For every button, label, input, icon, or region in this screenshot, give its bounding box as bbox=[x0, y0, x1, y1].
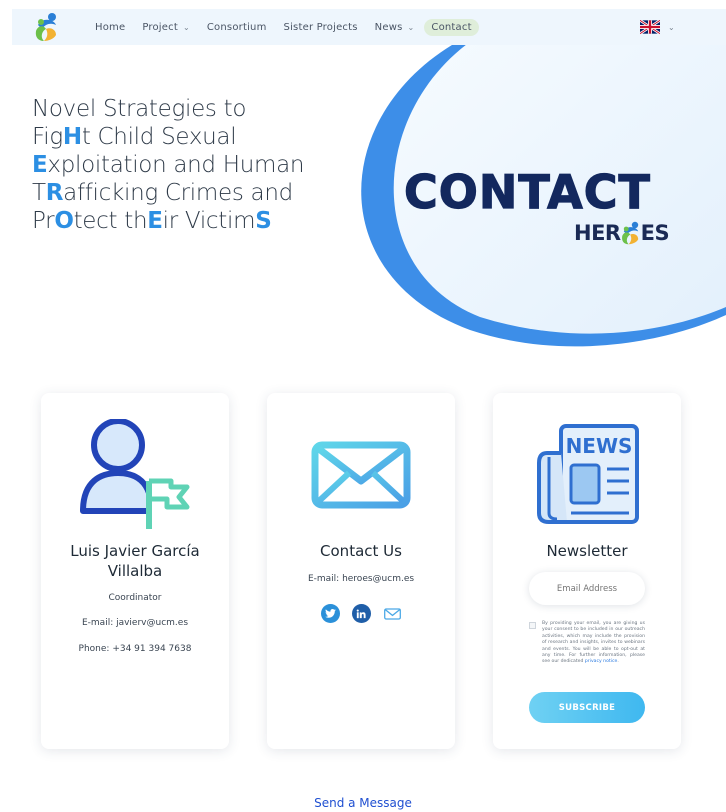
tagline-text: Novel Strategies to bbox=[32, 96, 247, 122]
newsletter-email-input[interactable] bbox=[529, 572, 645, 605]
nav-project[interactable]: Project ⌄ bbox=[135, 19, 197, 36]
nav-news-label: News bbox=[374, 21, 403, 33]
nav-news[interactable]: News ⌄ bbox=[368, 19, 422, 36]
consent-checkbox[interactable] bbox=[529, 622, 536, 629]
tagline-text: tect th bbox=[73, 208, 148, 234]
tagline-line: TRafficking Crimes and bbox=[32, 179, 304, 207]
main-menu: Home Project ⌄ Consortium Sister Projects… bbox=[88, 9, 482, 45]
tagline-line: PrOtect thEir VictimS bbox=[32, 207, 304, 235]
language-selector[interactable]: ⌄ bbox=[640, 20, 675, 34]
send-message-link[interactable]: Send a Message bbox=[0, 796, 726, 810]
twitter-icon[interactable] bbox=[320, 604, 340, 623]
nav-sister-projects-label: Sister Projects bbox=[283, 21, 358, 33]
heroes-figure-icon bbox=[621, 221, 638, 245]
tagline-text: Pr bbox=[32, 208, 55, 234]
tagline-text: Fig bbox=[32, 124, 63, 150]
newspaper-icon: NEWS bbox=[537, 424, 639, 524]
heroes-wordmark-left: HER bbox=[574, 221, 621, 245]
project-tagline: Novel Strategies to FigHt Child Sexual Exp… bbox=[32, 95, 305, 235]
tagline-highlight-letter: R bbox=[45, 180, 64, 206]
chevron-down-icon: ⌄ bbox=[182, 22, 190, 32]
tagline-line: Exploitation and Human bbox=[32, 151, 305, 179]
tagline-line: Novel Strategies to bbox=[32, 95, 304, 123]
contact-title: Contact Us bbox=[320, 542, 402, 560]
social-links bbox=[267, 604, 455, 623]
contact-card: Contact Us E-mail: heroes@ucm.es bbox=[267, 393, 455, 749]
hero-banner: Novel Strategies to FigHt Child Sexual Exp… bbox=[0, 45, 726, 360]
chevron-down-icon: ⌄ bbox=[668, 22, 675, 32]
privacy-notice-link[interactable]: privacy notice bbox=[585, 659, 617, 664]
tagline-line: FigHt Child Sexual bbox=[32, 123, 304, 151]
heroes-logo-icon[interactable] bbox=[32, 11, 62, 43]
person-flag-icon bbox=[80, 419, 190, 529]
chevron-down-icon: ⌄ bbox=[407, 22, 415, 32]
nav-consortium[interactable]: Consortium bbox=[200, 19, 274, 36]
consent-text-end: . bbox=[617, 659, 619, 665]
newspaper-icon-text: NEWS bbox=[566, 434, 633, 458]
subscribe-button[interactable]: SUBSCRIBE bbox=[529, 692, 645, 723]
linkedin-icon[interactable] bbox=[351, 604, 371, 623]
nav-contact-label: Contact bbox=[431, 21, 472, 33]
consent-text-body: By providing your email, you are giving … bbox=[542, 621, 645, 665]
uk-flag-icon bbox=[640, 20, 660, 34]
tagline-highlight-letter: E bbox=[32, 152, 48, 178]
coordinator-card: Luis Javier García Villalba Coordinator … bbox=[41, 393, 229, 749]
mail-icon[interactable] bbox=[383, 604, 402, 623]
nav-contact[interactable]: Contact bbox=[424, 18, 479, 36]
heroes-wordmark: HER ES bbox=[574, 219, 670, 247]
coordinator-phone[interactable]: Phone: +34 91 394 7638 bbox=[41, 644, 229, 654]
tagline-text: ir Victim bbox=[162, 208, 256, 234]
tagline-highlight-letter: S bbox=[255, 208, 272, 234]
tagline-text: t Child Sexual bbox=[81, 124, 237, 150]
tagline-text: afficking Crimes and bbox=[63, 180, 293, 206]
coordinator-name: Luis Javier García Villalba bbox=[70, 542, 200, 580]
contact-email[interactable]: E-mail: heroes@ucm.es bbox=[267, 574, 455, 584]
coordinator-email[interactable]: E-mail: javierv@ucm.es bbox=[41, 618, 229, 628]
tagline-highlight-letter: E bbox=[147, 208, 163, 234]
envelope-icon bbox=[311, 441, 411, 509]
consent-text: By providing your email, you are giving … bbox=[542, 621, 645, 666]
nav-sister-projects[interactable]: Sister Projects bbox=[277, 19, 365, 36]
tagline-highlight-letter: H bbox=[62, 124, 82, 150]
page-title: CONTACT bbox=[403, 164, 651, 219]
nav-home-label: Home bbox=[95, 21, 126, 33]
tagline-highlight-letter: O bbox=[54, 208, 74, 234]
consent-section: By providing your email, you are giving … bbox=[529, 621, 645, 666]
newsletter-card: NEWS Newsletter By providing your email,… bbox=[493, 393, 681, 749]
heroes-wordmark-right: ES bbox=[640, 221, 670, 245]
coordinator-role: Coordinator bbox=[108, 593, 162, 603]
nav-project-label: Project bbox=[142, 21, 178, 33]
tagline-text: xploitation and Human bbox=[47, 152, 305, 178]
newsletter-title: Newsletter bbox=[546, 542, 628, 560]
nav-home[interactable]: Home bbox=[88, 19, 132, 36]
nav-consortium-label: Consortium bbox=[206, 21, 267, 33]
tagline-text: T bbox=[32, 180, 46, 206]
top-navbar: Home Project ⌄ Consortium Sister Projects… bbox=[12, 9, 726, 45]
